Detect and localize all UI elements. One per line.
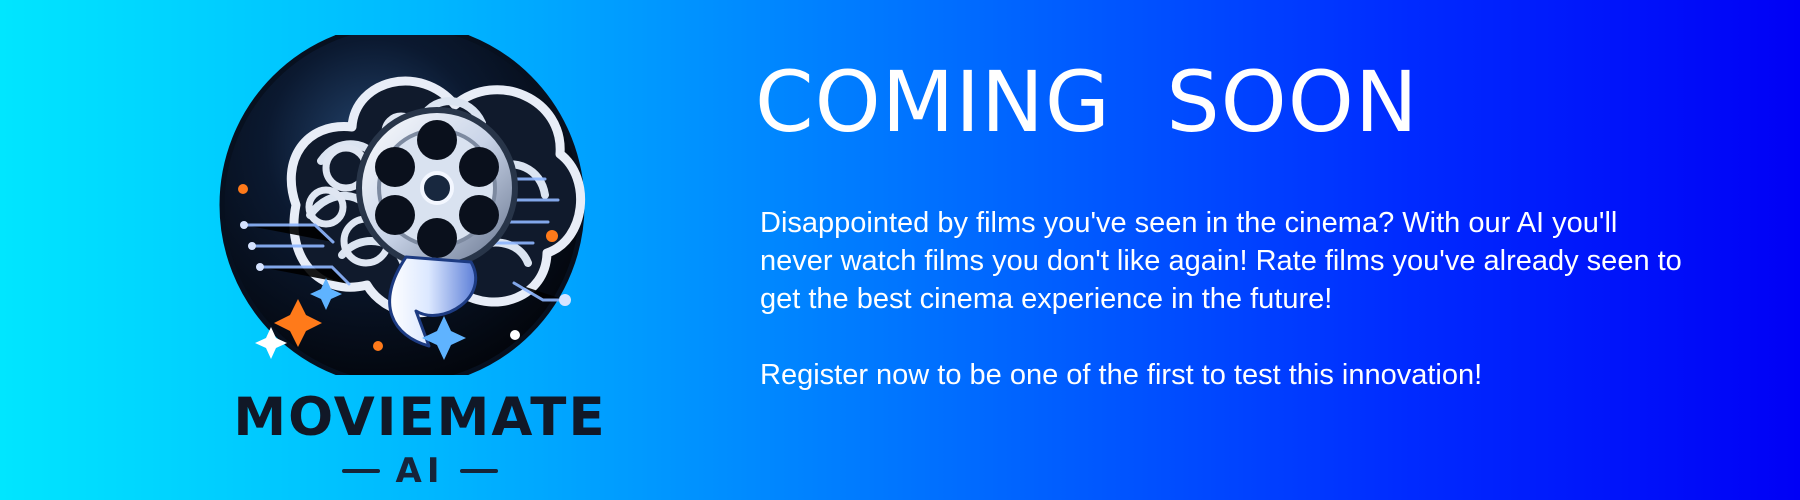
brain-film-reel-icon <box>219 35 586 375</box>
description-line-1: Disappointed by films you've seen in the… <box>760 207 1618 239</box>
description-paragraph: Disappointed by films you've seen in the… <box>760 204 1710 318</box>
description-line-2: never watch films you don't like again! … <box>760 245 1682 277</box>
brand-wordmark: MOVIEMATE <box>233 387 607 448</box>
coming-soon-banner: MOVIEMATE AI COMING SOON Disappointed by… <box>0 0 1800 500</box>
coming-soon-title: COMING SOON <box>755 53 1419 151</box>
brand-ai-label: AI <box>395 451 445 491</box>
brand-right-dash <box>460 469 499 473</box>
registration-cta: Register now to be one of the first to t… <box>760 359 1483 391</box>
description-line-3: get the best cinema experience in the fu… <box>760 283 1333 315</box>
moviemate-logo: MOVIEMATE AI <box>210 35 630 490</box>
announcement-copy: Disappointed by films you've seen in the… <box>760 204 1710 394</box>
paragraph-spacing <box>760 318 1710 356</box>
brand-left-dash <box>341 469 380 473</box>
brand-suffix: AI <box>320 451 520 491</box>
